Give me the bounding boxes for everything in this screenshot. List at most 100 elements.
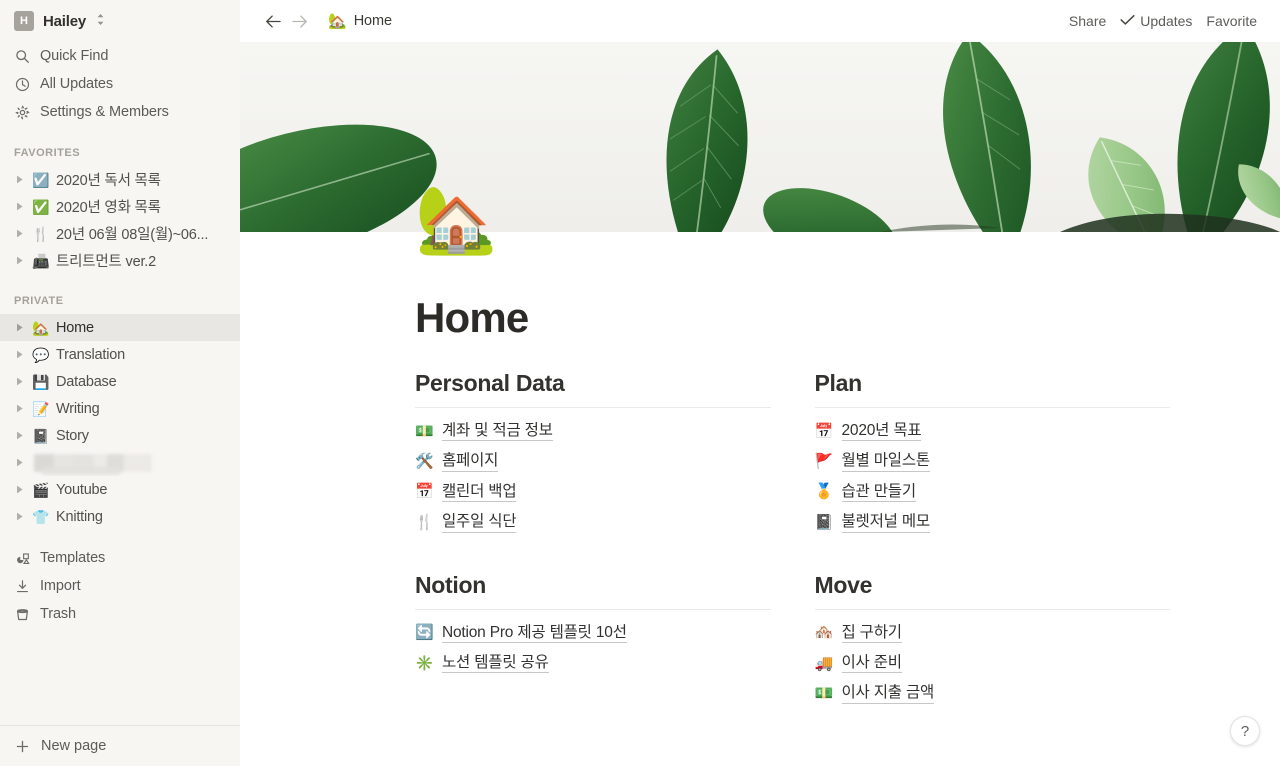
workspace-name: Hailey bbox=[43, 12, 86, 30]
search-icon bbox=[14, 48, 31, 65]
column-row-top: Personal Data 💵 계좌 및 적금 정보 🛠️ 홈페이지 📅 캘린더… bbox=[415, 370, 1170, 709]
page-body: 🏡 Home Personal Data 💵 계좌 및 적금 정보 🛠️ 홈페이… bbox=[240, 186, 1280, 766]
sidebar-item-label: Youtube bbox=[56, 481, 108, 498]
sidebar-item-templates[interactable]: Templates bbox=[0, 544, 240, 572]
sidebar-item-story[interactable]: 📓 Story bbox=[0, 422, 240, 449]
sidebar-item-knitting[interactable]: 👕 Knitting bbox=[0, 503, 240, 530]
sidebar: H Hailey Quick Find All Updates Settings… bbox=[0, 0, 240, 766]
page-emoji: 🏡 bbox=[32, 319, 50, 336]
page-emoji: 💵 bbox=[814, 684, 834, 702]
page-emoji: ✳️ bbox=[415, 654, 434, 672]
page-link[interactable]: 🏅 습관 만들기 bbox=[815, 477, 1171, 507]
sidebar-item-translation[interactable]: 💬 Translation bbox=[0, 341, 240, 368]
chevron-right-icon[interactable] bbox=[14, 512, 26, 521]
page-link-label: 월별 마일스톤 bbox=[841, 451, 930, 472]
page-link[interactable]: ✳️ 노션 템플릿 공유 bbox=[415, 648, 771, 678]
page-link-label: 이사 준비 bbox=[841, 653, 902, 674]
page-link[interactable]: 🔄 Notion Pro 제공 템플릿 10선 bbox=[415, 618, 771, 648]
forward-button[interactable] bbox=[286, 8, 312, 34]
chevron-right-icon[interactable] bbox=[14, 458, 26, 467]
page-link[interactable]: 📅 캘린더 백업 bbox=[415, 477, 771, 507]
sidebar-item-favorite[interactable]: ☑️ 2020년 독서 목록 bbox=[0, 166, 240, 193]
page-link-label: 일주일 식단 bbox=[442, 512, 517, 533]
chevron-right-icon[interactable] bbox=[14, 377, 26, 386]
redacted-label bbox=[34, 453, 152, 472]
sidebar-item-label: Settings & Members bbox=[40, 104, 169, 120]
sidebar-item-import[interactable]: Import bbox=[0, 572, 240, 600]
page-link[interactable]: 💵 이사 지출 금액 bbox=[815, 678, 1171, 708]
page-emoji: 📠 bbox=[32, 252, 50, 269]
column-heading: Move bbox=[814, 571, 873, 598]
page-link[interactable]: 🛠️ 홈페이지 bbox=[415, 446, 771, 476]
chevron-right-icon[interactable] bbox=[14, 175, 26, 184]
sidebar-item-writing[interactable]: 📝 Writing bbox=[0, 395, 240, 422]
page-link[interactable]: 📓 불렛저널 메모 bbox=[815, 507, 1171, 537]
share-label: Share bbox=[1068, 13, 1107, 29]
favorite-label: Favorite bbox=[1206, 13, 1257, 29]
page-title[interactable]: Home bbox=[415, 294, 1170, 342]
page-emoji: 📅 bbox=[814, 422, 834, 440]
page-link-label: 홈페이지 bbox=[442, 451, 498, 472]
chevron-right-icon[interactable] bbox=[14, 485, 26, 494]
page-icon-emoji[interactable]: 🏡 bbox=[415, 186, 497, 252]
sidebar-item-database[interactable]: 💾 Database bbox=[0, 368, 240, 395]
updates-label: Updates bbox=[1140, 13, 1193, 29]
page-emoji: 💵 bbox=[415, 422, 434, 440]
page-emoji: 🔄 bbox=[415, 624, 434, 642]
sidebar-item-favorite[interactable]: ✅ 2020년 영화 목록 bbox=[0, 193, 240, 220]
page-link[interactable]: 📅 2020년 목표 bbox=[815, 416, 1171, 446]
chevron-right-icon[interactable] bbox=[14, 431, 26, 440]
favorite-button[interactable]: Favorite bbox=[1199, 9, 1264, 33]
check-icon bbox=[1120, 13, 1135, 29]
sidebar-item-favorite[interactable]: 🍴 20년 06월 08일(월)~06... bbox=[0, 220, 240, 247]
workspace-switcher[interactable]: H Hailey bbox=[0, 0, 240, 42]
chevron-right-icon[interactable] bbox=[14, 323, 26, 332]
page-emoji: 🚚 bbox=[814, 654, 834, 672]
page-cover-image[interactable] bbox=[240, 42, 1280, 232]
trash-icon bbox=[14, 606, 31, 623]
workspace-avatar: H bbox=[14, 11, 34, 31]
sidebar-item-trash[interactable]: Trash bbox=[0, 600, 240, 628]
sidebar-item-label: Knitting bbox=[56, 508, 103, 525]
sidebar-item-label: 20년 06월 08일(월)~06... bbox=[56, 227, 209, 243]
question-mark-icon: ? bbox=[1240, 722, 1250, 740]
chevron-right-icon[interactable] bbox=[14, 202, 26, 211]
new-page-button[interactable]: New page bbox=[0, 726, 240, 766]
chevron-right-icon[interactable] bbox=[14, 229, 26, 238]
page-link-label: 노션 템플릿 공유 bbox=[442, 653, 549, 674]
share-button[interactable]: Share bbox=[1062, 9, 1113, 33]
chevron-right-icon[interactable] bbox=[14, 350, 26, 359]
sidebar-item-label: Writing bbox=[56, 400, 100, 417]
private-section-title: PRIVATE bbox=[14, 295, 64, 307]
main-content: 🏡 Home Share Updates Favorite 🏡 Home Per… bbox=[240, 0, 1280, 766]
page-link[interactable]: 🚚 이사 준비 bbox=[815, 648, 1171, 678]
sidebar-item-favorite[interactable]: 📠 트리트먼트 ver.2 bbox=[0, 247, 240, 274]
chevron-right-icon[interactable] bbox=[14, 256, 26, 265]
chevron-right-icon[interactable] bbox=[14, 404, 26, 413]
column-heading: Notion bbox=[415, 571, 487, 598]
page-link[interactable]: 🍴 일주일 식단 bbox=[415, 507, 771, 537]
page-emoji: ✅ bbox=[32, 198, 50, 215]
page-link[interactable]: 💵 계좌 및 적금 정보 bbox=[415, 416, 771, 446]
help-button[interactable]: ? bbox=[1230, 716, 1260, 746]
sidebar-item-redacted[interactable] bbox=[0, 449, 240, 476]
page-link-label: 캘린더 백업 bbox=[442, 482, 517, 503]
sidebar-item-quick-find[interactable]: Quick Find bbox=[0, 42, 240, 70]
page-emoji: ☑️ bbox=[32, 171, 50, 188]
sidebar-item-all-updates[interactable]: All Updates bbox=[0, 70, 240, 98]
sidebar-item-youtube[interactable]: 🎬 Youtube bbox=[0, 476, 240, 503]
sidebar-item-label: 2020년 독서 목록 bbox=[56, 173, 161, 189]
page-link[interactable]: 🚩 월별 마일스톤 bbox=[815, 446, 1171, 476]
sidebar-item-settings-members[interactable]: Settings & Members bbox=[0, 98, 240, 126]
sidebar-item-home[interactable]: 🏡 Home bbox=[0, 314, 240, 341]
sidebar-item-label: Story bbox=[56, 427, 89, 444]
updates-button[interactable]: Updates bbox=[1113, 9, 1199, 33]
divider bbox=[814, 407, 1170, 408]
page-link-label: Notion Pro 제공 템플릿 10선 bbox=[442, 623, 627, 643]
breadcrumb[interactable]: 🏡 Home bbox=[322, 10, 398, 32]
page-link[interactable]: 🏘️ 집 구하기 bbox=[815, 618, 1171, 648]
back-button[interactable] bbox=[260, 8, 286, 34]
sidebar-item-label: Home bbox=[56, 319, 94, 336]
page-emoji: 📓 bbox=[32, 427, 50, 444]
chevron-updown-icon bbox=[96, 13, 105, 29]
